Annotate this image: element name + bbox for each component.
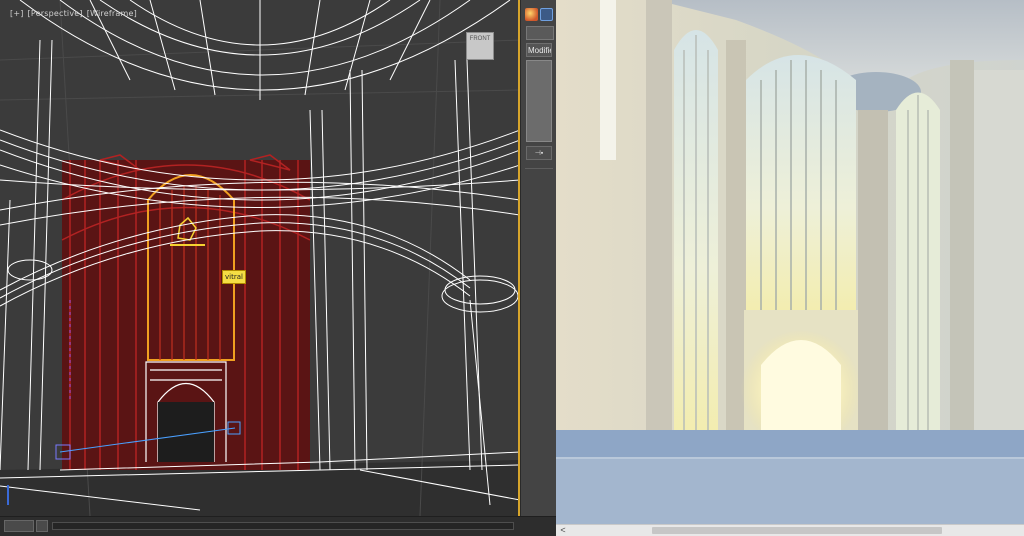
render-floor-step: [556, 430, 1024, 458]
viewcube-icon[interactable]: FRONT: [460, 28, 498, 62]
object-name-field[interactable]: [526, 26, 554, 40]
render-slit-window: [600, 0, 616, 160]
scroll-thumb[interactable]: [652, 527, 942, 534]
render-wall-right: [974, 70, 1024, 430]
command-panel: Modifier ⊣▪: [520, 0, 556, 516]
viewport-label[interactable]: [+] [Perspective] [Wireframe]: [8, 9, 139, 18]
render-column: [726, 40, 746, 430]
render-doorway: [761, 340, 841, 430]
render-frame-window: [556, 0, 1024, 524]
timeline-bar: [0, 516, 556, 536]
render-window-center: [746, 55, 856, 310]
modifier-list-dropdown[interactable]: Modifier: [526, 43, 552, 57]
perspective-viewport[interactable]: [+] [Perspective] [Wireframe] vitral FRONT: [0, 0, 520, 516]
time-slider[interactable]: [52, 522, 514, 530]
render-column: [646, 0, 672, 430]
pin-stack-icon[interactable]: ⊣▪: [526, 146, 552, 160]
divider: [525, 168, 553, 169]
selected-object-label: vitral: [222, 270, 246, 284]
modify-arc-icon[interactable]: [540, 8, 553, 21]
render-column: [950, 60, 974, 430]
wireframe-scene[interactable]: [0, 0, 520, 516]
render-horizontal-scrollbar[interactable]: <: [556, 524, 1024, 536]
render-column: [858, 110, 888, 430]
viewport-menu-shading[interactable]: [Wireframe]: [85, 9, 139, 18]
viewcube-face[interactable]: FRONT: [466, 32, 494, 60]
scroll-left-arrow-icon[interactable]: <: [558, 525, 568, 536]
modifier-stack[interactable]: [526, 60, 552, 142]
viewport-menu-plus[interactable]: [+]: [8, 9, 26, 18]
timeline-arrow-button[interactable]: [36, 520, 48, 532]
app-window: [+] [Perspective] [Wireframe] vitral FRONT…: [0, 0, 1024, 536]
sphere-icon[interactable]: [525, 8, 538, 21]
viewport-menu-perspective[interactable]: [Perspective]: [26, 9, 85, 18]
rendered-image: [556, 0, 1024, 524]
timeline-button[interactable]: [4, 520, 34, 532]
